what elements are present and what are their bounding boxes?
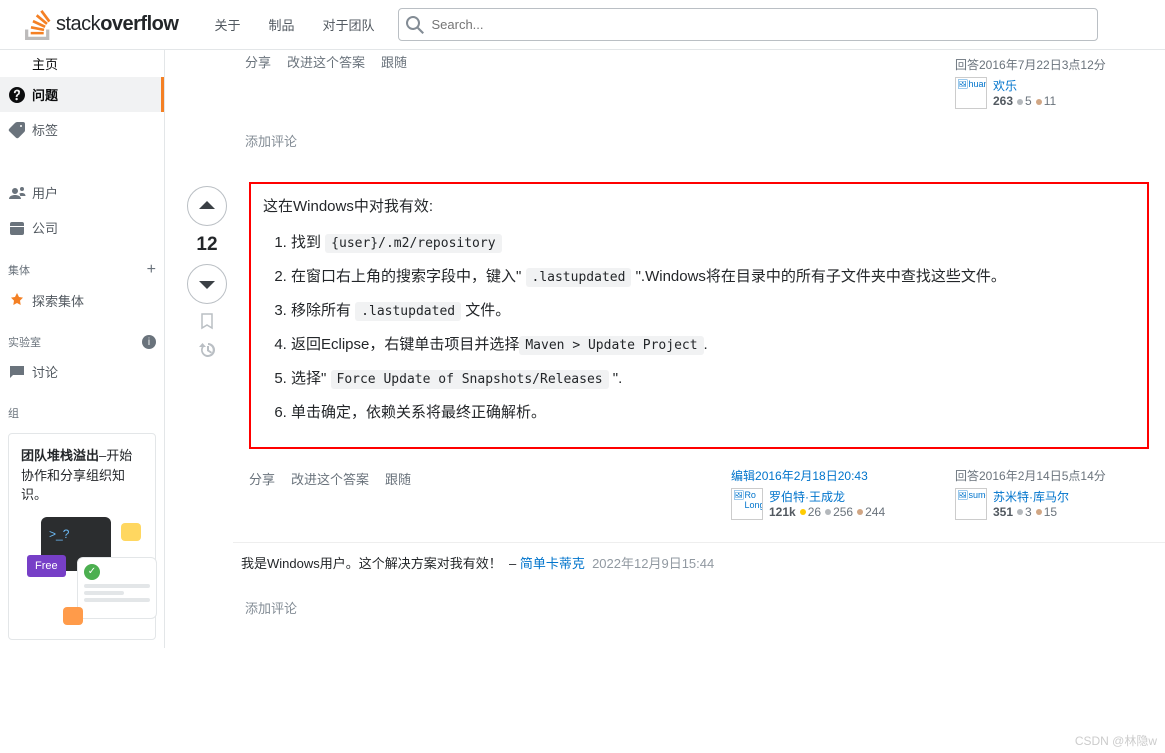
stackoverflow-icon (24, 10, 52, 40)
user-rep: 351315 (993, 505, 1069, 519)
info-icon[interactable]: i (142, 335, 156, 349)
sidebar-item-companies[interactable]: 公司 (0, 210, 164, 245)
user-link[interactable]: 欢乐 (993, 79, 1017, 93)
star-burst-icon (8, 292, 26, 310)
sidebar-item-tags[interactable]: 标签 (0, 112, 164, 147)
share-link[interactable]: 分享 (249, 469, 275, 518)
vote-column: 12 (181, 182, 233, 526)
user-link[interactable]: 苏米特·库马尔 (993, 490, 1069, 504)
sidebar-label: 主页 (32, 54, 58, 73)
companies-icon (8, 219, 26, 237)
chat-icon (8, 363, 26, 381)
search-input[interactable] (398, 8, 1098, 41)
list-item: 选择" Force Update of Snapshots/Releases "… (291, 367, 1135, 391)
questions-icon (8, 86, 26, 104)
sidebar-item-explore-collectives[interactable]: 探索集体 (0, 283, 164, 318)
answer-intro: 这在Windows中对我有效: (263, 196, 1135, 219)
code-inline: Force Update of Snapshots/Releases (331, 370, 609, 389)
sidebar-label: 公司 (32, 218, 58, 237)
bookmark-button[interactable] (198, 312, 216, 333)
history-icon (198, 341, 217, 359)
comment: 我是Windows用户。这个解决方案对我有效！ – 简单卡蒂克 2022年12月… (233, 542, 1165, 582)
sidebar-item-users[interactable]: 用户 (0, 175, 164, 210)
tags-icon (8, 121, 26, 139)
list-item: 返回Eclipse，右键单击项目并选择Maven > Update Projec… (291, 333, 1135, 357)
post-menu: 分享 改进这个答案 跟随 (249, 461, 411, 526)
left-sidebar: 主页 问题 标签 用户 公司 集体+ 探索集体 实验室i (0, 50, 164, 648)
editor-signature: 编辑2016年2月18日20:43 🖼Ro Longs 罗伯特·王成龙 121k… (725, 461, 925, 526)
upvote-button[interactable] (187, 186, 227, 226)
sidebar-label: 用户 (32, 183, 58, 202)
sidebar-item-home[interactable]: 主页 (0, 50, 164, 77)
nav-products[interactable]: 制品 (256, 9, 306, 40)
code-inline: {user}/.m2/repository (325, 234, 501, 253)
avatar[interactable]: 🖼sume (955, 488, 987, 520)
code-inline: .lastupdated (526, 268, 632, 287)
improve-link[interactable]: 改进这个答案 (291, 469, 369, 518)
edit-time: 编辑2016年2月18日20:43 (731, 467, 919, 484)
list-item: 找到 {user}/.m2/repository (291, 231, 1135, 255)
nav-about[interactable]: 关于 (202, 9, 252, 40)
user-rep: 121k26256244 (769, 505, 885, 519)
sidebar-label: 探索集体 (32, 291, 84, 310)
avatar[interactable]: 🖼huan (955, 77, 987, 109)
list-item: 移除所有 .lastupdated 文件。 (291, 299, 1135, 323)
watermark: CSDN @林隐w (1075, 732, 1157, 749)
comment-text: 我是Windows用户。这个解决方案对我有效！ (241, 556, 502, 571)
sidebar-label: 讨论 (32, 362, 58, 381)
answer-time: 回答2016年2月14日5点14分 (955, 467, 1143, 484)
downvote-button[interactable] (187, 264, 227, 304)
add-comment-link[interactable]: 添加评论 (245, 123, 1149, 158)
code-inline: Maven > Update Project (519, 336, 703, 355)
search-wrap (398, 8, 1098, 41)
caret-up-icon (198, 197, 216, 215)
comment-user-link[interactable]: 简单卡蒂克 (520, 556, 585, 571)
topbar: stackoverflow 关于 制品 对于团队 (0, 0, 1165, 50)
user-signature: 回答2016年7月22日3点12分 🖼huan 欢乐 263511 (949, 50, 1149, 115)
vote-score: 12 (196, 234, 217, 256)
code-inline: .lastupdated (355, 302, 461, 321)
sidebar-header-teams: 组 (0, 389, 164, 425)
avatar[interactable]: 🖼Ro Longs (731, 488, 763, 520)
bookmark-icon (198, 312, 216, 330)
improve-link[interactable]: 改进这个答案 (287, 52, 365, 71)
teams-graphic: >_? Free ✓ (21, 517, 143, 627)
sidebar-label: 问题 (32, 85, 58, 104)
logo-text: stackoverflow (56, 13, 178, 36)
follow-link[interactable]: 跟随 (381, 52, 407, 71)
users-icon (8, 184, 26, 202)
follow-link[interactable]: 跟随 (385, 469, 411, 518)
plus-icon[interactable]: + (147, 261, 156, 279)
main-content: 分享 改进这个答案 跟随 回答2016年7月22日3点12分 🖼huan 欢乐 … (164, 50, 1165, 648)
nav-teams[interactable]: 对于团队 (310, 9, 386, 40)
sidebar-item-questions[interactable]: 问题 (0, 77, 164, 112)
teams-promo-title: 团队堆栈溢出 (21, 448, 99, 463)
list-item: 单击确定，依赖关系将最终正确解析。 (291, 401, 1135, 425)
comment-time: 2022年12月9日15:44 (592, 556, 714, 571)
sidebar-header-labs: 实验室i (0, 318, 164, 354)
sidebar-header-collectives: 集体+ (0, 245, 164, 283)
answer-2: 12 这在Windows中对我有效: 找到 {user}/.m2/reposit… (165, 166, 1165, 534)
teams-promo: 团队堆栈溢出–开始协作和分享组织知识。 >_? Free ✓ (8, 433, 156, 640)
history-button[interactable] (198, 341, 217, 362)
steps-list: 找到 {user}/.m2/repository 在窗口右上角的搜索字段中，键入… (263, 231, 1135, 425)
user-link[interactable]: 罗伯特·王成龙 (769, 490, 845, 504)
logo[interactable]: stackoverflow (16, 10, 186, 40)
edit-link[interactable]: 编辑2016年2月18日20:43 (731, 469, 868, 483)
add-comment-link[interactable]: 添加评论 (245, 590, 1149, 625)
answer-time: 回答2016年7月22日3点12分 (955, 56, 1143, 73)
top-nav-links: 关于 制品 对于团队 (202, 9, 386, 40)
user-rep: 263511 (993, 94, 1056, 108)
free-badge: Free (27, 555, 66, 578)
answer-1-footer: 分享 改进这个答案 跟随 回答2016年7月22日3点12分 🖼huan 欢乐 … (165, 50, 1165, 123)
list-item: 在窗口右上角的搜索字段中，键入" .lastupdated ".Windows将… (291, 265, 1135, 289)
answer-body: 这在Windows中对我有效: 找到 {user}/.m2/repository… (233, 182, 1149, 526)
post-menu: 分享 改进这个答案 跟随 (245, 50, 407, 79)
sidebar-item-discussion[interactable]: 讨论 (0, 354, 164, 389)
user-signature: 回答2016年2月14日5点14分 🖼sume 苏米特·库马尔 351315 (949, 461, 1149, 526)
share-link[interactable]: 分享 (245, 52, 271, 71)
caret-down-icon (198, 275, 216, 293)
sidebar-label: 标签 (32, 120, 58, 139)
